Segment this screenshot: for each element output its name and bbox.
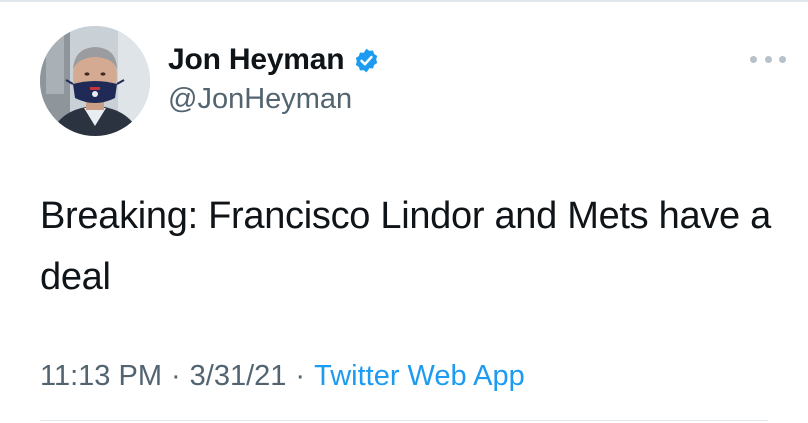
author-name-row[interactable]: Jon Heyman <box>168 40 380 80</box>
author-handle[interactable]: @JonHeyman <box>168 83 352 116</box>
tweet-source-link[interactable]: Twitter Web App <box>314 360 525 393</box>
avatar[interactable] <box>40 26 150 136</box>
meta-separator: · <box>170 359 181 392</box>
more-dot <box>750 55 757 63</box>
more-dot <box>764 55 772 63</box>
more-dot <box>779 55 786 63</box>
more-options-icon[interactable] <box>750 52 786 66</box>
bottom-divider <box>40 420 768 421</box>
tweet-time[interactable]: 11:13 PM <box>40 360 162 393</box>
top-divider <box>0 0 808 2</box>
tweet-text: Breaking: Francisco Lindor and Mets have… <box>40 195 771 298</box>
tweet-meta: 11:13 PM · 3/31/21 · Twitter Web App <box>40 356 525 396</box>
profile-photo-icon <box>40 26 150 136</box>
verified-badge-icon <box>353 47 380 74</box>
author-display-name[interactable]: Jon Heyman <box>168 43 345 77</box>
tweet-date[interactable]: 3/31/21 <box>190 360 287 393</box>
meta-separator: · <box>295 359 306 392</box>
